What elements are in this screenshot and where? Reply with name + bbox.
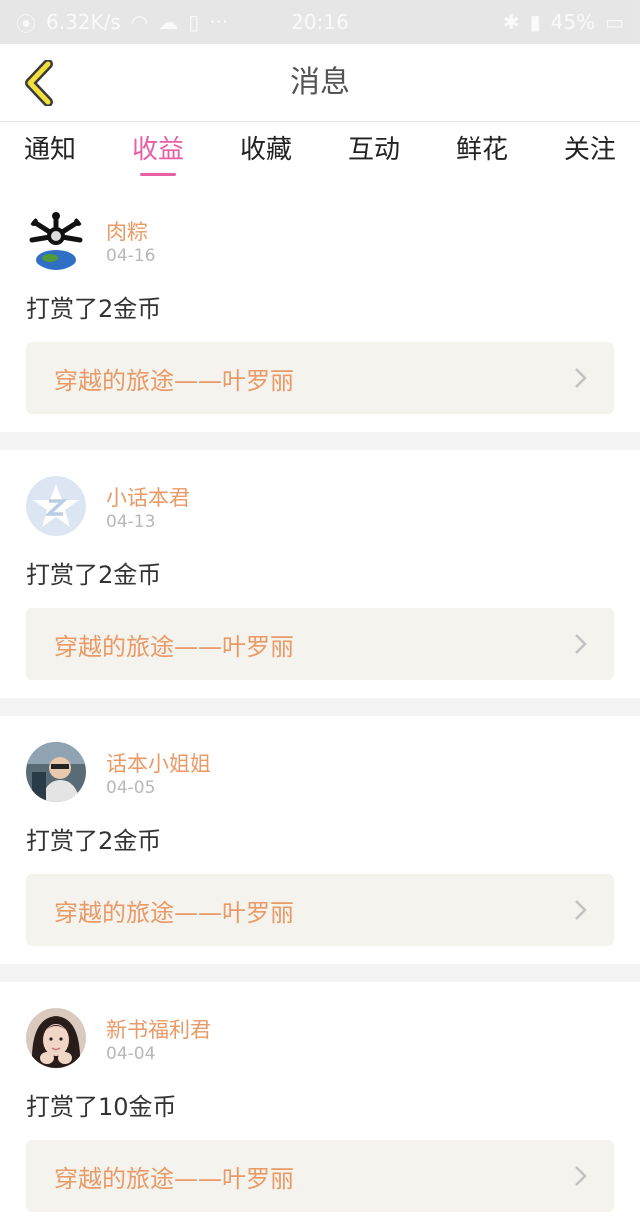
person-photo-icon <box>26 742 86 802</box>
avatar[interactable] <box>26 742 86 802</box>
book-title: 穿越的旅途——叶罗丽 <box>54 1164 294 1193</box>
tab-favorites[interactable]: 收藏 <box>240 122 292 184</box>
chevron-right-icon <box>575 900 587 920</box>
wifi-icon: ◠ <box>130 10 149 34</box>
tab-following[interactable]: 关注 <box>564 122 616 184</box>
chevron-right-icon <box>575 1166 587 1186</box>
sim-icon: ▮ <box>529 10 541 34</box>
tab-earnings[interactable]: 收益 <box>132 122 184 184</box>
status-bar: ⦿ 6.32K/s ◠ ☁ ▯ ··· 20:16 ✱ ▮ 45% ▭ <box>0 0 640 44</box>
tab-interactions[interactable]: 互动 <box>348 122 400 184</box>
avatar[interactable] <box>26 476 86 536</box>
book-title: 穿越的旅途——叶罗丽 <box>54 898 294 927</box>
avatar[interactable] <box>26 1008 86 1068</box>
tab-label: 鲜花 <box>455 135 508 165</box>
book-link[interactable]: 穿越的旅途——叶罗丽 <box>26 874 614 946</box>
tab-bar: 通知 收益 收藏 互动 鲜花 关注 <box>0 122 640 184</box>
user-name[interactable]: 小话本君 <box>106 482 190 512</box>
date-label: 04-13 <box>106 512 156 532</box>
more-icon: ··· <box>209 10 229 34</box>
reward-text: 打赏了2金币 <box>26 295 162 323</box>
reward-text: 打赏了2金币 <box>26 827 162 855</box>
list-item: 肉粽 04-16 打赏了2金币 穿越的旅途——叶罗丽 <box>0 184 640 432</box>
cloud-icon: ☁ <box>158 10 179 34</box>
tab-flowers[interactable]: 鲜花 <box>456 122 508 184</box>
battery-percent: 45% <box>550 10 596 34</box>
avatar[interactable] <box>26 210 86 270</box>
date-label: 04-16 <box>106 246 156 266</box>
girl-photo-icon <box>26 1008 86 1068</box>
tab-notifications[interactable]: 通知 <box>24 122 76 184</box>
battery-icon: ▭ <box>605 10 624 34</box>
user-name[interactable]: 话本小姐姐 <box>106 748 211 778</box>
list-item: 话本小姐姐 04-05 打赏了2金币 穿越的旅途——叶罗丽 <box>0 716 640 964</box>
tab-label: 通知 <box>24 135 77 165</box>
list-item: 小话本君 04-13 打赏了2金币 穿越的旅途——叶罗丽 <box>0 450 640 698</box>
tab-label: 收益 <box>131 135 184 165</box>
date-label: 04-05 <box>106 778 156 798</box>
page-title: 消息 <box>290 65 350 100</box>
active-tab-indicator <box>139 173 176 176</box>
book-title: 穿越的旅途——叶罗丽 <box>54 366 294 395</box>
chevron-right-icon <box>575 368 587 388</box>
user-name[interactable]: 新书福利君 <box>106 1014 211 1044</box>
tab-label: 互动 <box>347 135 400 165</box>
reward-text: 打赏了10金币 <box>26 1093 177 1121</box>
file-icon: ▯ <box>188 10 200 34</box>
reward-text: 打赏了2金币 <box>26 561 162 589</box>
bluetooth-icon: ✱ <box>502 10 520 34</box>
globe-logo-icon <box>26 210 86 270</box>
user-name[interactable]: 肉粽 <box>106 216 148 246</box>
chevron-right-icon <box>575 634 587 654</box>
book-link[interactable]: 穿越的旅途——叶罗丽 <box>26 1140 614 1212</box>
star-z-logo-icon <box>26 476 86 536</box>
list-item: 新书福利君 04-04 打赏了10金币 穿越的旅途——叶罗丽 <box>0 982 640 1230</box>
tab-label: 关注 <box>563 135 616 165</box>
earnings-list: 肉粽 04-16 打赏了2金币 穿越的旅途——叶罗丽 小话本君 04-13 打赏 <box>0 184 640 1230</box>
book-title: 穿越的旅途——叶罗丽 <box>54 632 294 661</box>
network-speed: 6.32K/s <box>46 10 121 34</box>
app-header: 消息 <box>0 44 640 122</box>
date-label: 04-04 <box>106 1044 156 1064</box>
location-icon: ⦿ <box>16 11 36 36</box>
book-link[interactable]: 穿越的旅途——叶罗丽 <box>26 342 614 414</box>
book-link[interactable]: 穿越的旅途——叶罗丽 <box>26 608 614 680</box>
tab-label: 收藏 <box>239 135 292 165</box>
